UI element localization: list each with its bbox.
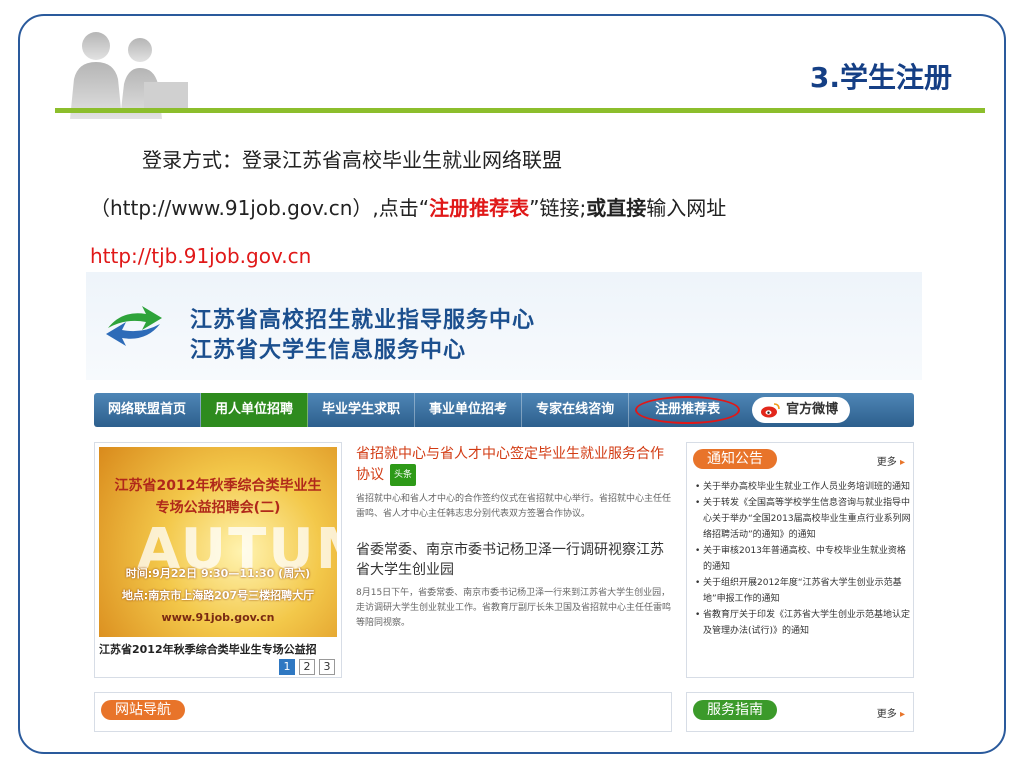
website-screenshot: 江苏省高校招生就业指导服务中心 江苏省大学生信息服务中心 网络联盟首页 用人单位… [86, 272, 922, 752]
chevron-right-icon: ▸ [899, 457, 905, 468]
site-nav-panel: 网站导航 [94, 692, 672, 732]
nav-item-register-form[interactable]: 注册推荐表 [635, 396, 741, 424]
service-guide-panel: 服务指南 更多 ▸ [686, 692, 914, 732]
intro-line2: （http://www.91job.gov.cn）,点击“注册推荐表”链接;或直… [90, 184, 970, 232]
notice-panel: 通知公告 更多 ▸ 关于举办高校毕业生就业工作人员业务培训班的通知 关于转发《全… [686, 442, 914, 678]
list-item[interactable]: 省教育厅关于印发《江苏省大学生创业示范基地认定及管理办法(试行)》的通知 [695, 607, 911, 639]
intro-line1: 登录方式：登录江苏省高校毕业生就业网络联盟 [142, 148, 562, 172]
featured-banner[interactable]: AUTUMN 江苏省2012年秋季综合类毕业生 专场公益招聘会(二) 时间:9月… [94, 442, 342, 678]
nav-item-graduate-job-search[interactable]: 毕业学生求职 [308, 393, 416, 427]
site-logo-icon [106, 306, 162, 346]
list-item[interactable]: 关于组织开展2012年度“江苏省大学生创业示范基地”申报工作的通知 [695, 575, 911, 607]
nav-item-public-institution-exam[interactable]: 事业单位招考 [415, 393, 523, 427]
nav-item-employer-recruit[interactable]: 用人单位招聘 [201, 393, 309, 427]
news-headline-link[interactable]: 省招就中心与省人才中心签定毕业生就业服务合作协议 头条 [356, 444, 672, 486]
service-more-label: 更多 [876, 709, 897, 720]
chevron-right-icon: ▸ [899, 709, 905, 720]
news-item: 省委常委、南京市委书记杨卫泽一行调研视察江苏省大学生创业园 8月15日下午，省委… [356, 540, 672, 631]
banner-pager: 1 2 3 [279, 659, 335, 675]
site-title-line1: 江苏省高校招生就业指导服务中心 [190, 308, 536, 333]
notice-title: 通知公告 [693, 449, 777, 469]
poster-line1: 江苏省2012年秋季综合类毕业生 [114, 478, 322, 494]
intro-line2-bold: 或直接 [586, 196, 647, 220]
news-item: 省招就中心与省人才中心签定毕业生就业服务合作协议 头条 省招就中心和省人才中心的合… [356, 444, 672, 522]
site-nav: 网络联盟首页 用人单位招聘 毕业学生求职 事业单位招考 专家在线咨询 注册推荐表… [94, 393, 914, 427]
notice-more-link[interactable]: 更多 ▸ [877, 453, 905, 468]
list-item[interactable]: 关于审核2013年普通高校、中专校毕业生就业资格的通知 [695, 543, 911, 575]
register-form-highlight: 注册推荐表 [429, 196, 530, 220]
notice-list: 关于举办高校毕业生就业工作人员业务培训班的通知 关于转发《全国高等学校学生信息咨… [695, 479, 911, 639]
news-summary-1: 省招就中心和省人才中心的合作签约仪式在省招就中心举行。省招就中心主任任雷鸣、省人… [356, 494, 672, 519]
slide-frame: 3.学生注册 登录方式：登录江苏省高校毕业生就业网络联盟 （http://www… [18, 14, 1006, 754]
poster-time: 时间:9月22日 9:30—11:30 (周六) [125, 567, 311, 580]
headline-news: 省招就中心与省人才中心签定毕业生就业服务合作协议 头条 省招就中心和省人才中心的合… [356, 444, 672, 631]
official-weibo-button[interactable]: 官方微博 [752, 397, 851, 423]
pager-page-1[interactable]: 1 [279, 659, 295, 675]
intro-line2-b: ”链接; [529, 196, 587, 220]
service-more-link[interactable]: 更多 ▸ [877, 705, 905, 720]
intro-text: 登录方式：登录江苏省高校毕业生就业网络联盟 （http://www.91job.… [90, 136, 970, 280]
weibo-icon [761, 403, 780, 418]
slide-title: 3.学生注册 [809, 61, 952, 94]
weibo-label: 官方微博 [786, 402, 839, 417]
list-item[interactable]: 关于举办高校毕业生就业工作人员业务培训班的通知 [695, 479, 911, 495]
nav-item-expert-consult[interactable]: 专家在线咨询 [522, 393, 630, 427]
site-header: 江苏省高校招生就业指导服务中心 江苏省大学生信息服务中心 [86, 272, 922, 380]
intro-line2-c: 输入网址 [646, 196, 727, 220]
site-title-line2: 江苏省大学生信息服务中心 [190, 338, 467, 363]
service-guide-title: 服务指南 [693, 700, 777, 720]
feature-caption[interactable]: 江苏省2012年秋季综合类毕业生专场公益招 [99, 641, 339, 657]
poster-url: www.91job.gov.cn [161, 611, 275, 624]
news-summary-2: 8月15日下午，省委常委、南京市委书记杨卫泽一行来到江苏省大学生创业园，走访调研… [356, 588, 672, 628]
notice-more-label: 更多 [876, 457, 897, 468]
nav-item-home[interactable]: 网络联盟首页 [94, 393, 202, 427]
poster-location: 地点:南京市上海路207号三楼招聘大厅 [121, 589, 315, 602]
list-item[interactable]: 关于转发《全国高等学校学生信息咨询与就业指导中心关于举办“全国2013届高校毕业… [695, 495, 911, 543]
business-people-silhouette-icon [70, 32, 188, 119]
headline-tag: 头条 [390, 464, 417, 486]
poster-line2: 专场公益招聘会(二) [155, 500, 281, 516]
news-headline-2[interactable]: 省委常委、南京市委书记杨卫泽一行调研视察江苏省大学生创业园 [356, 540, 672, 580]
intro-line2-a: （http://www.91job.gov.cn）,点击“ [90, 196, 430, 220]
site-nav-title: 网站导航 [101, 700, 185, 720]
pager-page-2[interactable]: 2 [299, 659, 315, 675]
title-divider [55, 108, 985, 113]
pager-page-3[interactable]: 3 [319, 659, 335, 675]
job-fair-poster[interactable]: AUTUMN 江苏省2012年秋季综合类毕业生 专场公益招聘会(二) 时间:9月… [99, 447, 337, 637]
